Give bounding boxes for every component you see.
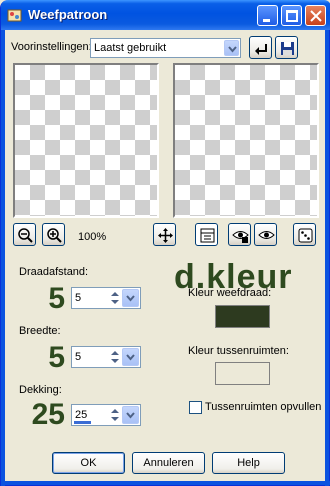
eye-icon bbox=[258, 231, 275, 239]
zoom-level: 100% bbox=[78, 231, 107, 243]
zoom-out-button[interactable] bbox=[13, 223, 36, 246]
auto-proof-button[interactable] bbox=[228, 223, 251, 246]
window-frame-right bbox=[325, 30, 329, 486]
dekking-label: Dekking: bbox=[19, 384, 62, 396]
dekking-value[interactable]: 25 bbox=[75, 409, 87, 421]
presets-value: Laatst gebruikt bbox=[94, 42, 167, 54]
breedte-big-value: 5 bbox=[48, 341, 65, 374]
zoom-in-button[interactable] bbox=[42, 223, 65, 246]
draadafstand-big-value: 5 bbox=[48, 282, 65, 315]
preview-window-icon bbox=[200, 228, 215, 243]
load-preset-button[interactable] bbox=[249, 36, 272, 59]
window-frame-left bbox=[1, 30, 5, 486]
title-bar[interactable]: Weefpatroon bbox=[1, 0, 330, 30]
dekking-spinner[interactable]: 25 bbox=[71, 404, 141, 426]
result-preview[interactable] bbox=[173, 63, 319, 218]
original-preview[interactable] bbox=[13, 63, 159, 218]
breedte-label: Breedte: bbox=[19, 325, 61, 337]
chevron-down-icon[interactable] bbox=[122, 289, 139, 307]
dekking-big-value: 25 bbox=[31, 398, 65, 431]
minimize-button[interactable] bbox=[257, 5, 278, 26]
presets-label: Voorinstellingen: bbox=[11, 41, 92, 53]
pan-button[interactable] bbox=[153, 223, 176, 246]
cancel-button[interactable]: Annuleren bbox=[132, 452, 205, 474]
fill-gaps-checkbox[interactable] bbox=[189, 401, 202, 414]
breedte-spinner[interactable]: 5 bbox=[71, 346, 141, 368]
proof-toggle-button[interactable] bbox=[195, 223, 218, 246]
help-button[interactable]: Help bbox=[212, 452, 285, 474]
window-title: Weefpatroon bbox=[28, 7, 108, 22]
save-preset-button[interactable] bbox=[275, 36, 298, 59]
chevron-down-icon[interactable] bbox=[224, 40, 239, 56]
dice-icon bbox=[298, 228, 313, 243]
weave-color-swatch[interactable] bbox=[215, 305, 270, 328]
dekking-level-bar bbox=[74, 421, 91, 424]
app-icon bbox=[7, 9, 22, 22]
gap-color-label: Kleur tussenruimten: bbox=[188, 345, 289, 357]
proof-button[interactable] bbox=[254, 223, 277, 246]
presets-dropdown[interactable]: Laatst gebruikt bbox=[90, 38, 241, 58]
window-frame-bottom bbox=[1, 481, 330, 485]
breedte-value[interactable]: 5 bbox=[75, 351, 81, 363]
draadafstand-label: Draadafstand: bbox=[19, 266, 89, 278]
gap-color-swatch[interactable] bbox=[215, 362, 270, 385]
randomize-button[interactable] bbox=[293, 223, 316, 246]
spin-arrows-icon[interactable] bbox=[109, 348, 121, 366]
weave-color-label: Kleur weefdraad: bbox=[188, 287, 272, 299]
draadafstand-spinner[interactable]: 5 bbox=[71, 287, 141, 309]
reset-arrow-icon bbox=[255, 44, 267, 55]
eye-lock-icon bbox=[232, 231, 249, 243]
fill-gaps-label[interactable]: Tussenruimten opvullen bbox=[205, 401, 321, 413]
dialog-window: Weefpatroon Voorinstellingen: Laatst geb… bbox=[0, 0, 330, 486]
chevron-down-icon[interactable] bbox=[122, 348, 139, 366]
zoom-out-icon bbox=[18, 228, 33, 243]
floppy-disk-icon bbox=[281, 42, 294, 55]
close-button[interactable] bbox=[305, 5, 326, 26]
move-cross-icon bbox=[158, 228, 173, 243]
maximize-button[interactable] bbox=[281, 5, 302, 26]
spin-arrows-icon[interactable] bbox=[109, 406, 121, 424]
zoom-in-icon bbox=[47, 228, 62, 243]
spin-arrows-icon[interactable] bbox=[109, 289, 121, 307]
chevron-down-icon[interactable] bbox=[122, 406, 139, 424]
draadafstand-value[interactable]: 5 bbox=[75, 292, 81, 304]
ok-button[interactable]: OK bbox=[52, 452, 125, 474]
